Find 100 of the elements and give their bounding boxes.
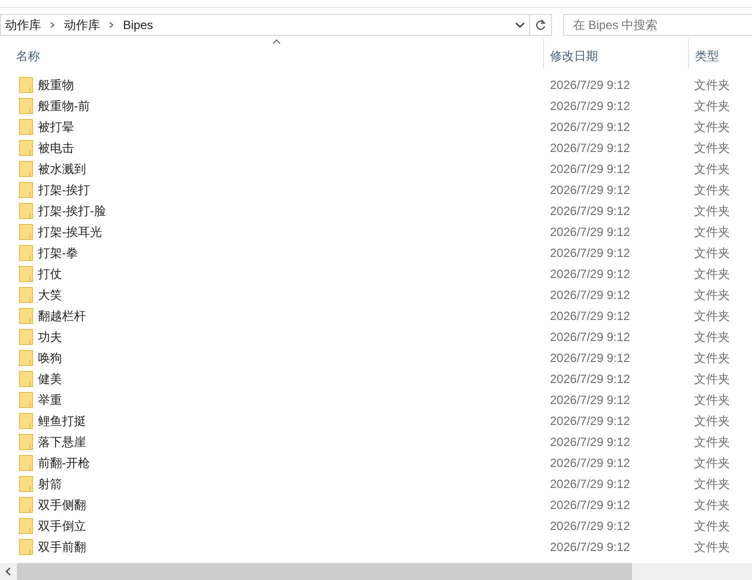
file-name[interactable]: 翻越栏杆	[38, 306, 86, 324]
chevron-right-icon	[109, 20, 114, 28]
folder-icon	[19, 476, 33, 492]
date-modified: 2026/7/29 9:12	[550, 140, 630, 154]
date-modified: 2026/7/29 9:12	[550, 350, 630, 364]
date-modified: 2026/7/29 9:12	[550, 434, 630, 448]
item-type: 文件夹	[694, 162, 730, 176]
item-type: 文件夹	[694, 204, 730, 218]
item-type: 文件夹	[694, 182, 730, 196]
date-modified: 2026/7/29 9:12	[550, 224, 630, 238]
date-modified: 2026/7/29 9:12	[550, 204, 630, 218]
item-type: 文件夹	[694, 308, 730, 322]
folder-icon	[19, 286, 33, 302]
item-type: 文件夹	[694, 120, 730, 134]
file-name[interactable]: 落下悬崖	[38, 432, 86, 450]
folder-icon	[19, 266, 33, 282]
date-modified: 2026/7/29 9:12	[550, 266, 630, 280]
folder-icon	[19, 434, 33, 450]
folder-icon	[19, 454, 33, 470]
column-header[interactable]: 修改日期	[543, 39, 688, 69]
item-type: 文件夹	[694, 434, 730, 448]
folder-icon	[19, 118, 33, 134]
date-modified: 2026/7/29 9:12	[550, 182, 630, 196]
date-modified: 2026/7/29 9:12	[550, 288, 630, 302]
file-name[interactable]: 健美	[38, 370, 62, 388]
item-type: 文件夹	[694, 518, 730, 532]
file-name[interactable]: 打架-挨打	[38, 180, 90, 198]
date-modified: 2026/7/29 9:12	[550, 456, 630, 470]
folder-icon	[19, 160, 33, 176]
refresh-button[interactable]	[530, 14, 552, 36]
column-header[interactable]: 类型	[688, 39, 752, 69]
folder-icon	[19, 328, 33, 344]
date-modified: 2026/7/29 9:12	[550, 540, 630, 554]
item-type: 文件夹	[694, 288, 730, 302]
folder-icon	[19, 370, 33, 386]
address-bar[interactable]: 动作库 动作库 Bipes	[0, 14, 530, 36]
folder-icon	[19, 518, 33, 534]
item-type: 文件夹	[694, 78, 730, 92]
file-name[interactable]: 唤狗	[38, 348, 62, 366]
date-modified: 2026/7/29 9:12	[550, 414, 630, 428]
folder-icon	[19, 98, 33, 114]
folder-icon	[19, 496, 33, 512]
file-name[interactable]: 双手前翻	[38, 538, 86, 556]
folder-icon	[19, 244, 33, 260]
date-modified: 2026/7/29 9:12	[550, 162, 630, 176]
file-name[interactable]: 打仗	[38, 264, 62, 282]
date-modified: 2026/7/29 9:12	[550, 98, 630, 112]
date-modified: 2026/7/29 9:12	[550, 518, 630, 532]
folder-icon	[19, 308, 33, 324]
file-name[interactable]: 般重物-前	[38, 96, 90, 114]
file-name[interactable]: 打架-拳	[38, 244, 78, 262]
item-type: 文件夹	[694, 140, 730, 154]
item-type: 文件夹	[694, 350, 730, 364]
scrollbar-thumb[interactable]	[17, 563, 632, 580]
date-modified: 2026/7/29 9:12	[550, 498, 630, 512]
item-type: 文件夹	[694, 266, 730, 280]
file-name[interactable]: 双手倒立	[38, 516, 86, 534]
breadcrumb-item[interactable]: Bipes	[123, 16, 154, 34]
item-type: 文件夹	[694, 476, 730, 490]
folder-icon	[19, 392, 33, 408]
folder-icon	[19, 412, 33, 428]
date-modified: 2026/7/29 9:12	[550, 330, 630, 344]
item-type: 文件夹	[694, 456, 730, 470]
date-modified: 2026/7/29 9:12	[550, 476, 630, 490]
file-name[interactable]: 功夫	[38, 328, 62, 346]
file-name[interactable]: 般重物	[38, 76, 74, 94]
folder-icon	[19, 538, 33, 554]
breadcrumb-item[interactable]: 动作库	[5, 16, 41, 34]
file-name[interactable]: 被打晕	[38, 118, 74, 136]
item-type: 文件夹	[694, 372, 730, 386]
file-name[interactable]: 鲤鱼打挺	[38, 412, 86, 430]
folder-icon	[19, 224, 33, 240]
file-name[interactable]: 射箭	[38, 474, 62, 492]
file-name[interactable]: 大笑	[38, 286, 62, 304]
search-field[interactable]: 在 Bipes 中搜索	[563, 14, 752, 36]
item-type: 文件夹	[694, 540, 730, 554]
file-name[interactable]: 双手侧翻	[38, 496, 86, 514]
horizontal-scrollbar[interactable]	[0, 563, 752, 580]
chevron-right-icon	[50, 20, 55, 28]
column-header[interactable]: 名称	[0, 39, 543, 69]
item-type: 文件夹	[694, 224, 730, 238]
folder-icon	[19, 202, 33, 218]
sort-ascending-icon	[272, 39, 280, 44]
file-name[interactable]: 被水溅到	[38, 160, 86, 178]
file-name[interactable]: 打架-挨耳光	[38, 222, 102, 240]
chevron-down-icon[interactable]	[515, 22, 525, 28]
file-name[interactable]: 前翻-开枪	[38, 454, 90, 472]
date-modified: 2026/7/29 9:12	[550, 246, 630, 260]
refresh-icon	[535, 18, 546, 30]
folder-icon	[19, 182, 33, 198]
item-type: 文件夹	[694, 98, 730, 112]
item-type: 文件夹	[694, 414, 730, 428]
file-name[interactable]: 被电击	[38, 138, 74, 156]
file-name[interactable]: 打架-挨打-脸	[38, 202, 106, 220]
date-modified: 2026/7/29 9:12	[550, 120, 630, 134]
item-type: 文件夹	[694, 330, 730, 344]
date-modified: 2026/7/29 9:12	[550, 78, 630, 92]
file-name[interactable]: 举重	[38, 390, 62, 408]
date-modified: 2026/7/29 9:12	[550, 308, 630, 322]
breadcrumb-item[interactable]: 动作库	[64, 16, 100, 34]
